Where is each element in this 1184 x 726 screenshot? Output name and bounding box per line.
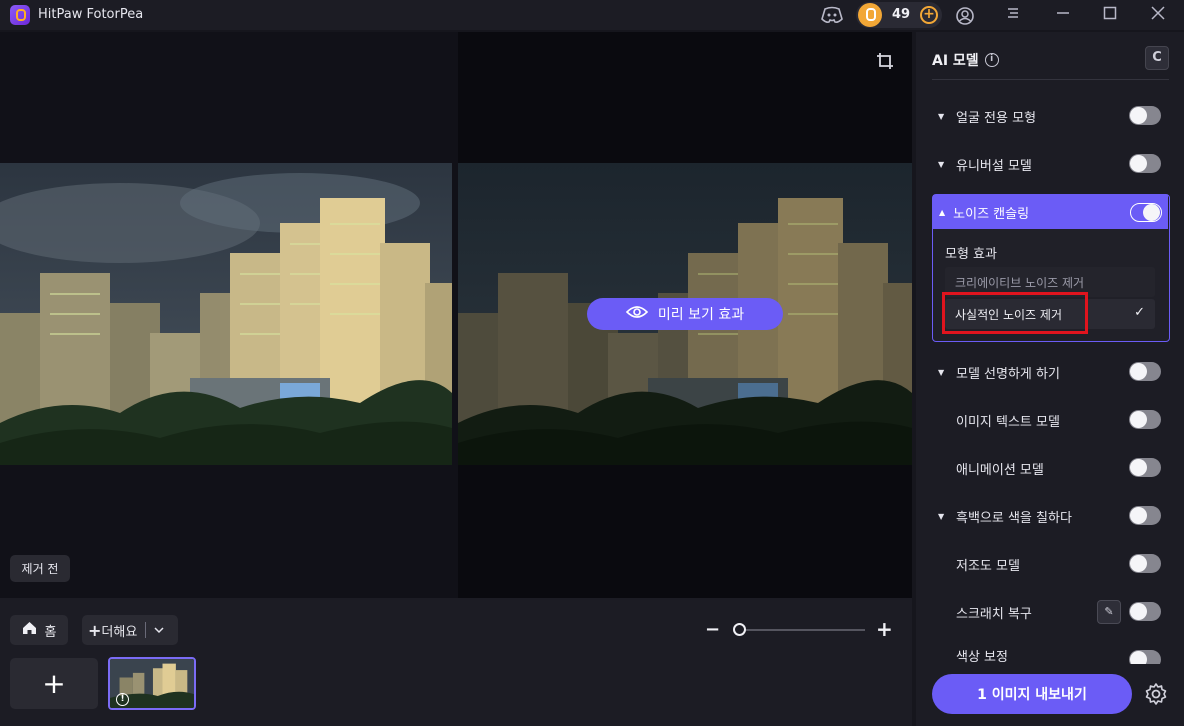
- model-label: 얼굴 전용 모형: [956, 110, 1037, 126]
- text-model-toggle[interactable]: [1129, 410, 1161, 429]
- before-image: [0, 163, 452, 465]
- model-label: 모델 선명하게 하기: [956, 366, 1060, 382]
- add-more-button[interactable]: + 더해요: [82, 615, 178, 645]
- colorize-model-toggle[interactable]: [1129, 506, 1161, 525]
- scratch-brush-icon[interactable]: ✎: [1097, 600, 1121, 624]
- before-badge: 제거 전: [10, 555, 70, 582]
- title-bar: HitPaw FotorPea 49 +: [0, 0, 1184, 30]
- maximize-icon[interactable]: [1102, 6, 1118, 24]
- model-row-sharpen[interactable]: ▼ 모델 선명하게 하기: [932, 358, 1169, 386]
- zoom-out-icon[interactable]: −: [705, 619, 720, 640]
- discord-icon[interactable]: [820, 6, 844, 24]
- preview-effect-button[interactable]: 미리 보기 효과: [587, 298, 783, 330]
- divider: [145, 622, 147, 638]
- crop-icon[interactable]: [876, 52, 894, 70]
- annotation-highlight-box: [942, 292, 1088, 334]
- noise-model-toggle[interactable]: [1130, 203, 1162, 222]
- zoom-slider[interactable]: [740, 629, 865, 631]
- caret-up-icon[interactable]: ▲: [939, 208, 945, 217]
- app-title: HitPaw FotorPea: [38, 7, 144, 22]
- model-row-colorize[interactable]: ▼ 흑백으로 색을 칠하다: [932, 502, 1169, 530]
- coin-count: 49: [892, 7, 911, 22]
- minimize-icon[interactable]: [1055, 6, 1071, 24]
- info-icon: !: [116, 693, 129, 706]
- model-label: 애니메이션 모델: [956, 462, 1044, 478]
- model-row-text[interactable]: 이미지 텍스트 모델: [932, 406, 1169, 434]
- model-row-universal[interactable]: ▼ 유니버설 모델: [932, 150, 1169, 178]
- caret-down-icon[interactable]: ▼: [938, 368, 948, 377]
- coin-icon: [858, 3, 882, 27]
- close-icon[interactable]: [1150, 6, 1166, 24]
- caret-down-icon[interactable]: ▼: [938, 512, 948, 521]
- model-row-color-correct[interactable]: 색상 보정: [932, 646, 1169, 664]
- face-model-toggle[interactable]: [1129, 106, 1161, 125]
- sharpen-model-toggle[interactable]: [1129, 362, 1161, 381]
- add-image-button[interactable]: +: [10, 658, 98, 709]
- chevron-down-icon[interactable]: [154, 623, 164, 638]
- option-label: 크리에이티브 노이즈 제거: [955, 275, 1085, 290]
- model-label: 흑백으로 색을 칠하다: [956, 510, 1072, 526]
- lowlight-model-toggle[interactable]: [1129, 554, 1161, 573]
- model-effect-label: 모형 효과: [945, 247, 997, 262]
- image-thumbnail[interactable]: !: [108, 657, 196, 710]
- panel-header: AI 모델 i: [932, 50, 999, 70]
- plus-icon: +: [88, 620, 102, 640]
- menu-icon[interactable]: [1005, 6, 1021, 24]
- model-row-lowlight[interactable]: 저조도 모델: [932, 550, 1169, 578]
- app-logo-icon: [10, 5, 30, 25]
- model-label: 유니버설 모델: [956, 158, 1032, 174]
- scratch-model-toggle[interactable]: [1129, 602, 1161, 621]
- model-label: 저조도 모델: [956, 558, 1020, 574]
- zoom-in-icon[interactable]: +: [876, 617, 893, 641]
- ai-model-panel: AI 모델 i C ▼ 얼굴 전용 모형 ▼ 유니버설 모델 ▲ 노이즈 캔슬링…: [916, 32, 1184, 726]
- model-label: 색상 보정: [956, 649, 1008, 665]
- home-icon: [22, 621, 37, 639]
- model-row-animation[interactable]: 애니메이션 모델: [932, 454, 1169, 482]
- animation-model-toggle[interactable]: [1129, 458, 1161, 477]
- gear-icon[interactable]: [1144, 682, 1168, 706]
- check-icon: ✓: [1134, 305, 1145, 320]
- eye-icon: [625, 305, 649, 323]
- caret-down-icon[interactable]: ▼: [938, 112, 948, 121]
- coin-balance[interactable]: 49 +: [856, 2, 942, 28]
- reset-icon[interactable]: C: [1145, 46, 1169, 70]
- home-button[interactable]: 홈: [10, 615, 68, 645]
- account-icon[interactable]: [955, 6, 975, 25]
- model-row-noise[interactable]: ▲ 노이즈 캔슬링: [933, 195, 1168, 229]
- zoom-slider-knob[interactable]: [733, 623, 746, 636]
- preview-effect-label: 미리 보기 효과: [657, 307, 745, 323]
- divider: [932, 79, 1169, 80]
- info-icon[interactable]: i: [984, 53, 999, 67]
- panel-title: AI 모델: [932, 53, 979, 69]
- color-correct-toggle[interactable]: [1129, 650, 1161, 664]
- model-row-face[interactable]: ▼ 얼굴 전용 모형: [932, 102, 1169, 130]
- add-coins-icon[interactable]: +: [920, 6, 938, 24]
- model-row-scratch[interactable]: 스크래치 복구 ✎: [932, 598, 1169, 626]
- add-more-label: 더해요: [101, 624, 138, 640]
- app-window: HitPaw FotorPea 49 + 미리 보기 효과 제거 전 홈 + 더…: [0, 0, 1184, 726]
- model-label: 노이즈 캔슬링: [953, 206, 1030, 222]
- universal-model-toggle[interactable]: [1129, 154, 1161, 173]
- model-label: 이미지 텍스트 모델: [956, 414, 1060, 430]
- caret-down-icon[interactable]: ▼: [938, 160, 948, 169]
- export-button[interactable]: 1 이미지 내보내기: [932, 674, 1132, 714]
- bottom-toolbar: 홈 + 더해요 − + + !: [0, 598, 912, 726]
- home-label: 홈: [44, 624, 57, 640]
- model-label: 스크래치 복구: [956, 606, 1032, 622]
